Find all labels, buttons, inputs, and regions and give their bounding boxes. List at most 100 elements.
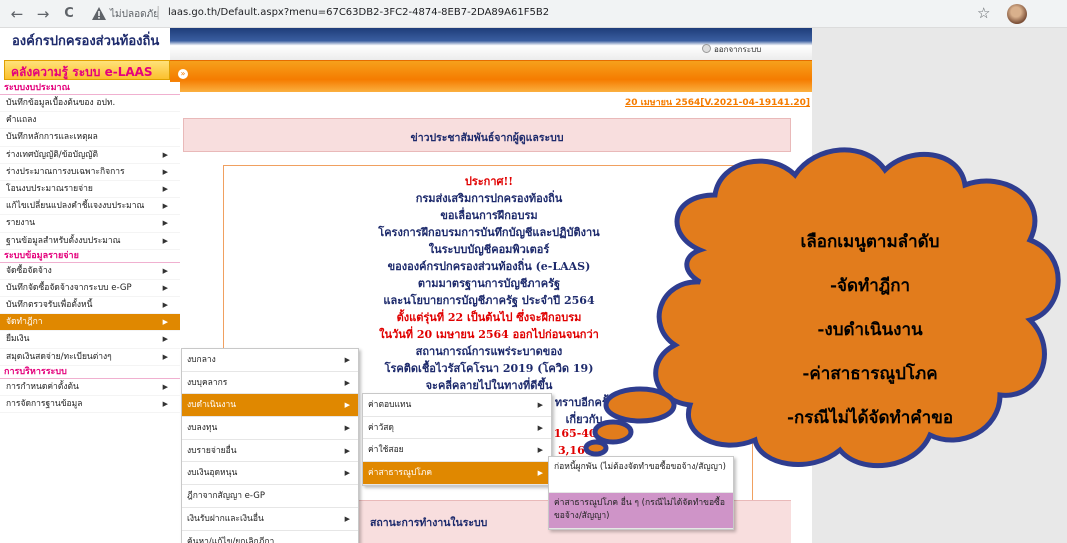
org-title: องค์กรปกครองส่วนท้องถิ่น (0, 28, 170, 58)
sidebar-item[interactable]: โอนงบประมาณรายจ่าย ▶ (0, 180, 180, 199)
sidebar-item[interactable]: คำแถลง (0, 112, 180, 130)
sidebar-item-label: ยืมเงิน (6, 334, 30, 345)
sidebar-item-label: คำแถลง (6, 115, 37, 126)
logout-link[interactable]: ออกจากระบบ (714, 43, 761, 56)
reload-icon[interactable]: C (60, 5, 78, 23)
callout-line: -งบดำเนินงาน (817, 320, 923, 340)
chevron-right-icon: ▶ (344, 446, 350, 455)
sidebar-item[interactable]: ร่างประมาณการงบเฉพาะกิจการ ▶ (0, 163, 180, 181)
sidebar-item[interactable]: การจัดการฐานข้อมูล ▶ (0, 396, 180, 414)
address-bar[interactable]: ไม่ปลอดภัย | laas.go.th/Default.aspx?men… (92, 4, 962, 24)
submenu-item-label: ค้นหา/แก้ไข/ยกเลิกฎีกา (187, 536, 275, 543)
chevron-right-icon: ▶ (344, 469, 350, 478)
chevron-right-icon: ▶ (162, 335, 168, 344)
knowledge-banner-text: คลังความรู้ ระบบ e-LAAS (11, 65, 153, 79)
submenu-item[interactable]: งบดำเนินงาน ▶ (182, 394, 358, 418)
insecure-label[interactable]: ไม่ปลอดภัย (110, 7, 159, 22)
sidebar-item-label: บันทึกจัดซื้อจัดจ้างจากระบบ e-GP (6, 282, 132, 293)
profile-avatar[interactable] (1007, 4, 1027, 24)
sidebar-section-title: การบริหารระบบ (0, 365, 180, 379)
callout-line: -จัดทำฎีกา (829, 276, 911, 296)
announcement-line: โครงการฝึกอบรมการบันทึกบัญชีและปฏิบัติงา… (378, 226, 600, 239)
submenu-opex-item-label: ค่าวัสดุ (368, 422, 394, 433)
sidebar-item[interactable]: แก้ไขเปลี่ยนแปลงคำชี้แจงงบประมาณ ▶ (0, 198, 180, 216)
sidebar-item[interactable]: ยืมเงิน ▶ (0, 331, 180, 349)
expand-arrow-icon[interactable]: » (178, 69, 188, 79)
sidebar-item[interactable]: จัดทำฎีกา ▶ (0, 314, 180, 332)
sidebar-item-label: ร่างประมาณการงบเฉพาะกิจการ (6, 166, 125, 177)
submenu-item-label: งบดำเนินงาน (187, 400, 237, 411)
submenu-item[interactable]: งบลงทุน ▶ (182, 417, 358, 440)
submenu-item[interactable]: งบรายจ่ายอื่น ▶ (182, 440, 358, 463)
sidebar-section-title: ระบบข้อมูลรายจ่าย (0, 249, 180, 263)
chevron-right-icon: ▶ (162, 236, 168, 245)
browser-toolbar: ← → C ไม่ปลอดภัย | laas.go.th/Default.as… (0, 0, 1067, 28)
submenu-utility-item[interactable]: ค่าสาธารณูปโภค อื่น ๆ (กรณีไม่ได้จัดทำขอ… (549, 493, 733, 529)
bookmark-star-icon[interactable]: ☆ (977, 4, 990, 22)
logout-icon[interactable] (702, 44, 711, 53)
announcement-line: ขอเลื่อนการฝึกอบรม (440, 209, 538, 222)
chevron-right-icon: ▶ (162, 382, 168, 391)
orange-header-bar (170, 60, 812, 92)
chevron-right-icon: ▶ (162, 318, 168, 327)
announcement-line: ประกาศ!! (464, 175, 514, 188)
warning-icon[interactable] (92, 7, 106, 20)
sidebar-item-label: ฐานข้อมูลสำหรับตั้งงบประมาณ (6, 235, 121, 246)
news-header: ข่าวประชาสัมพันธ์จากผู้ดูแลระบบ (183, 118, 791, 152)
chevron-right-icon: ▶ (344, 514, 350, 523)
submenu-item-label: ฎีกาจากสัญญา e-GP (187, 491, 265, 502)
chevron-right-icon: ▶ (162, 167, 168, 176)
url-text[interactable]: laas.go.th/Default.aspx?menu=67C63DB2-3F… (168, 7, 549, 18)
submenu-opex-item[interactable]: ค่าสาธารณูปโภค ▶ (363, 462, 551, 485)
submenu-item[interactable]: งบกลาง ▶ (182, 349, 358, 372)
submenu-item[interactable]: ค้นหา/แก้ไข/ยกเลิกฎีกา (182, 531, 358, 543)
submenu-item[interactable]: งบบุคลากร ▶ (182, 372, 358, 395)
chevron-right-icon: ▶ (162, 301, 168, 310)
back-icon[interactable]: ← (8, 5, 26, 23)
chevron-right-icon: ▶ (344, 378, 350, 387)
sidebar-item[interactable]: การกำหนดค่าตั้งต้น ▶ (0, 378, 180, 396)
sidebar-item[interactable]: รายงาน ▶ (0, 215, 180, 233)
submenu-opex-item[interactable]: ค่าใช้สอย ▶ (363, 439, 551, 463)
submenu-operating-budget: ค่าตอบแทน ▶ ค่าวัสดุ ▶ ค่าใช้สอย ▶ ค่าสาธารณูป… (362, 393, 552, 486)
submenu-utility-item[interactable]: ก่อหนี้ผูกพัน (ไม่ต้องจัดทำขอซื้อขอจ้าง/… (549, 457, 733, 493)
chevron-right-icon: ▶ (162, 266, 168, 275)
sidebar-item-label: บันทึกหลักการและเหตุผล (6, 132, 98, 143)
chevron-right-icon: ▶ (344, 356, 350, 364)
knowledge-banner[interactable]: คลังความรู้ ระบบ e-LAAS (4, 60, 170, 80)
sidebar-item[interactable]: จัดซื้อจัดจ้าง ▶ (0, 262, 180, 280)
chevron-right-icon: ▶ (162, 400, 168, 408)
sidebar-section-title: ระบบงบประมาณ (0, 82, 180, 95)
submenu-opex-item-label: ค่าสาธารณูปโภค (368, 468, 433, 479)
sidebar-item[interactable]: บันทึกข้อมูลเบื้องต้นของ อปท. (0, 95, 180, 113)
sidebar-item[interactable]: ร่างเทศบัญญัติ/ข้อบัญญัติ ▶ (0, 146, 180, 164)
sidebar-item-label: แก้ไขเปลี่ยนแปลงคำชี้แจงงบประมาณ (6, 201, 145, 212)
forward-icon[interactable]: → (34, 5, 52, 23)
sidebar-item-label: จัดทำฎีกา (6, 317, 43, 328)
chevron-right-icon: ▶ (162, 352, 168, 361)
submenu-item[interactable]: งบเงินอุดหนุน ▶ (182, 462, 358, 486)
submenu-item[interactable]: ฎีกาจากสัญญา e-GP (182, 485, 358, 508)
sidebar-item-label: การกำหนดค่าตั้งต้น (6, 381, 79, 392)
sidebar-item[interactable]: บันทึกจัดซื้อจัดจ้างจากระบบ e-GP ▶ (0, 279, 180, 298)
chevron-right-icon: ▶ (344, 401, 350, 410)
submenu-utility-item-label: ก่อหนี้ผูกพัน (ไม่ต้องจัดทำขอซื้อขอจ้าง/… (554, 462, 726, 472)
submenu-opex-item[interactable]: ค่าตอบแทน ▶ (363, 394, 551, 417)
announcement-line: ขององค์กรปกครองส่วนท้องถิ่น (e-LAAS) (387, 260, 591, 273)
sidebar-item[interactable]: ฐานข้อมูลสำหรับตั้งงบประมาณ ▶ (0, 232, 180, 250)
announcement-line: ตามมาตรฐานการบัญชีภาครัฐ (417, 277, 561, 290)
submenu-opex-item-label: ค่าใช้สอย (368, 445, 404, 456)
sidebar-item-label: สมุดเงินสดจ่าย/ทะเบียนต่างๆ (6, 351, 112, 362)
sidebar-item[interactable]: บันทึกหลักการและเหตุผล (0, 129, 180, 147)
chevron-right-icon: ▶ (537, 423, 543, 432)
submenu-item[interactable]: เงินรับฝากและเงินอื่น ▶ (182, 508, 358, 531)
sidebar-item[interactable]: บันทึกตรวจรับเพื่อตั้งหนี้ ▶ (0, 297, 180, 315)
sidebar-item[interactable]: สมุดเงินสดจ่าย/ทะเบียนต่างๆ ▶ (0, 348, 180, 366)
submenu-utilities: ก่อหนี้ผูกพัน (ไม่ต้องจัดทำขอซื้อขอจ้าง/… (548, 456, 734, 530)
sidebar-item-label: บันทึกข้อมูลเบื้องต้นของ อปท. (6, 98, 116, 108)
submenu-fiscal-documents: งบกลาง ▶ งบบุคลากร ▶ งบดำเนินงาน ▶ งบลงทุน ▶ งบร… (181, 348, 359, 543)
sidebar-item-label: จัดซื้อจัดจ้าง (6, 265, 52, 276)
submenu-item-label: งบรายจ่ายอื่น (187, 445, 237, 456)
chevron-right-icon: ▶ (537, 469, 543, 478)
submenu-opex-item[interactable]: ค่าวัสดุ ▶ (363, 417, 551, 440)
